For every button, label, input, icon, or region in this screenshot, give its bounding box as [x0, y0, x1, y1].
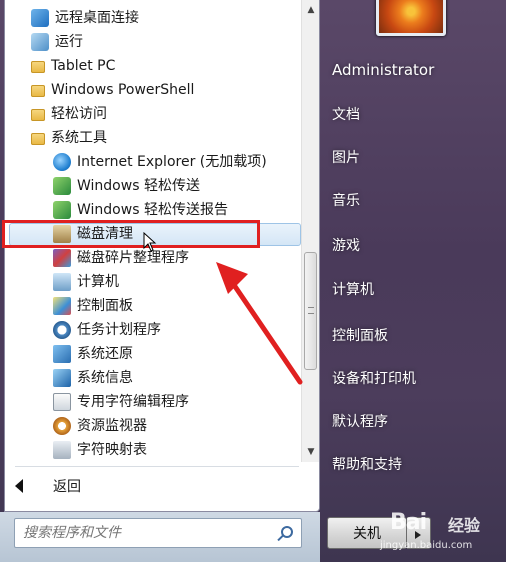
- system-info-icon: [53, 369, 71, 387]
- program-item-label: 专用字符编辑程序: [77, 394, 189, 410]
- watermark-url: jingyan.baidu.com: [380, 540, 473, 551]
- easy-transfer-icon: [53, 177, 71, 195]
- program-item[interactable]: 系统信息: [7, 366, 299, 390]
- back-label: 返回: [53, 479, 81, 495]
- run-icon: [31, 33, 49, 51]
- program-item[interactable]: 字符映射表: [7, 438, 299, 462]
- character-map-icon: [53, 441, 71, 459]
- link-administrator[interactable]: Administrator: [332, 61, 434, 79]
- task-scheduler-icon: [53, 321, 71, 339]
- folder-icon: [31, 61, 45, 73]
- program-item[interactable]: 远程桌面连接: [7, 6, 299, 30]
- right-pane: Administrator 文档 图片 音乐 游戏 计算机 控制面板 设备和打印…: [320, 0, 506, 512]
- link-pictures[interactable]: 图片: [332, 147, 360, 167]
- scroll-down-arrow-icon[interactable]: ▼: [305, 446, 317, 458]
- program-item-label: 系统还原: [77, 346, 133, 362]
- folder-icon: [31, 133, 45, 145]
- program-item-label: 系统信息: [77, 370, 133, 386]
- start-menu-window: 远程桌面连接 运行 Tablet PC Windows PowerShell 轻松访问系…: [0, 0, 506, 562]
- program-item[interactable]: Internet Explorer (无加载项): [7, 150, 299, 174]
- scroll-up-arrow-icon[interactable]: ▲: [305, 4, 317, 16]
- watermark: Bai 经验 jingyan.baidu.com: [370, 502, 500, 558]
- resource-monitor-icon: [53, 417, 71, 435]
- divider: [15, 466, 299, 467]
- program-item-label: 控制面板: [77, 298, 133, 314]
- program-item-label: 系统工具: [51, 130, 107, 146]
- program-list-scrollbar[interactable]: ▲ ▼: [301, 0, 319, 462]
- watermark-brand: Bai: [390, 510, 427, 535]
- disk-cleanup-icon: [53, 225, 71, 243]
- program-item-label: 轻松访问: [51, 106, 107, 122]
- program-item[interactable]: 专用字符编辑程序: [7, 390, 299, 414]
- search-input[interactable]: [23, 525, 263, 541]
- program-item[interactable]: 运行: [7, 30, 299, 54]
- program-item-label: 计算机: [77, 274, 119, 290]
- internet-explorer-icon: [53, 153, 71, 171]
- program-item-label: 远程桌面连接: [55, 10, 139, 26]
- program-item-label: Tablet PC: [51, 58, 116, 74]
- program-item[interactable]: 控制面板: [7, 294, 299, 318]
- program-item[interactable]: Windows PowerShell: [7, 78, 299, 102]
- control-panel-icon: [53, 297, 71, 315]
- folder-icon: [31, 109, 45, 121]
- program-item-label: 任务计划程序: [77, 322, 161, 338]
- scroll-thumb[interactable]: [304, 252, 317, 370]
- link-music[interactable]: 音乐: [332, 190, 360, 210]
- back-button[interactable]: 返回: [15, 474, 81, 498]
- folder-icon: [31, 85, 45, 97]
- scroll-grip-icon: [308, 307, 314, 314]
- remote-desktop-icon: [31, 9, 49, 27]
- back-arrow-icon: [15, 479, 23, 493]
- program-item-label: 磁盘碎片整理程序: [77, 250, 189, 266]
- program-item[interactable]: 系统工具: [7, 126, 299, 150]
- program-item-label: Windows 轻松传送: [77, 178, 200, 194]
- program-item-label: Windows 轻松传送报告: [77, 202, 228, 218]
- link-devices-printers[interactable]: 设备和打印机: [332, 368, 416, 388]
- program-item[interactable]: Windows 轻松传送报告: [7, 198, 299, 222]
- program-item-label: 字符映射表: [77, 442, 147, 458]
- program-item[interactable]: Windows 轻松传送: [7, 174, 299, 198]
- search-icon[interactable]: [281, 526, 293, 538]
- program-item-label: Internet Explorer (无加载项): [77, 154, 267, 170]
- easy-transfer-icon: [53, 201, 71, 219]
- program-item[interactable]: 轻松访问: [7, 102, 299, 126]
- program-item[interactable]: 资源监视器: [7, 414, 299, 438]
- program-item[interactable]: 任务计划程序: [7, 318, 299, 342]
- program-item-label: 资源监视器: [77, 418, 147, 434]
- watermark-suffix: 经验: [448, 516, 481, 535]
- private-char-editor-icon: [53, 393, 71, 411]
- program-item[interactable]: 计算机: [7, 270, 299, 294]
- search-box[interactable]: [14, 518, 302, 548]
- link-default-programs[interactable]: 默认程序: [332, 411, 388, 431]
- link-games[interactable]: 游戏: [332, 235, 360, 255]
- program-item[interactable]: 系统还原: [7, 342, 299, 366]
- link-help-support[interactable]: 帮助和支持: [332, 454, 402, 474]
- program-item[interactable]: Tablet PC: [7, 54, 299, 78]
- computer-icon: [53, 273, 71, 291]
- link-computer[interactable]: 计算机: [332, 279, 374, 299]
- link-control-panel[interactable]: 控制面板: [332, 325, 388, 345]
- mouse-cursor-icon: [143, 232, 157, 252]
- program-item-label: Windows PowerShell: [51, 82, 195, 98]
- program-item-label: 运行: [55, 34, 83, 50]
- defragmenter-icon: [53, 249, 71, 267]
- link-documents[interactable]: 文档: [332, 104, 360, 124]
- search-area: [0, 512, 320, 562]
- programs-pane: 远程桌面连接 运行 Tablet PC Windows PowerShell 轻松访问系…: [4, 0, 320, 512]
- program-item-label: 磁盘清理: [77, 226, 133, 242]
- system-restore-icon: [53, 345, 71, 363]
- program-list: 远程桌面连接 运行 Tablet PC Windows PowerShell 轻松访问系…: [5, 0, 301, 462]
